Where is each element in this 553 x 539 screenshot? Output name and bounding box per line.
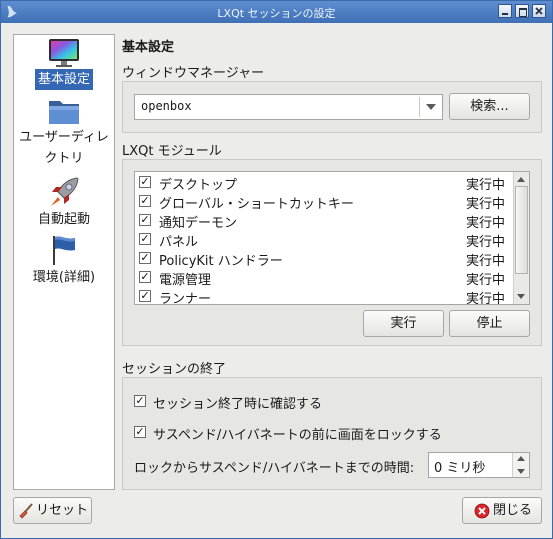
window-manager-select[interactable]: openbox xyxy=(134,94,443,120)
maximize-button[interactable] xyxy=(515,4,529,18)
modules-list[interactable]: ✓ デスクトップ 実行中 ✓ グローバル・ショートカットキー 実行中 ✓ 通知デ… xyxy=(134,171,530,305)
search-button[interactable]: 検索... xyxy=(449,93,530,120)
module-name: ランナー xyxy=(159,292,212,305)
minimize-button[interactable] xyxy=(498,4,512,18)
sidebar-item-environment[interactable]: 環境(詳細) xyxy=(14,233,114,288)
reset-button-label: リセット xyxy=(36,503,89,518)
title-bar[interactable]: LXQt セッションの設定 xyxy=(1,1,552,23)
module-name: パネル xyxy=(159,235,199,250)
module-status: 実行中 xyxy=(466,197,506,212)
list-item[interactable]: ✓ パネル 実行中 xyxy=(135,230,512,250)
minimize-icon xyxy=(502,13,508,15)
module-checkbox[interactable]: ✓ xyxy=(139,252,151,264)
increment-icon[interactable] xyxy=(517,456,525,461)
lock-delay-spinbox[interactable]: 0 ミリ秒 xyxy=(428,452,530,478)
checkbox[interactable]: ✓ xyxy=(134,395,146,407)
scroll-down-icon[interactable] xyxy=(517,294,525,299)
sidebar-item-label: ユーザーディレ xyxy=(19,130,109,145)
module-checkbox[interactable]: ✓ xyxy=(139,271,151,283)
list-item[interactable]: ✓ 通知デーモン 実行中 xyxy=(135,211,512,231)
module-status: 実行中 xyxy=(466,216,506,231)
monitor-icon xyxy=(49,39,79,67)
lock-delay-label: ロックからサスペンド/ハイバネートまでの時間: xyxy=(134,461,415,476)
close-icon xyxy=(535,7,543,15)
close-window-button[interactable] xyxy=(532,4,546,18)
settings-window: LXQt セッションの設定 基本設定 ユーザーディレ クトリ 自動起動 環境(詳… xyxy=(0,0,553,539)
start-module-button[interactable]: 実行 xyxy=(363,310,444,337)
module-name: グローバル・ショートカットキー xyxy=(159,197,354,212)
sidebar-item-label: クトリ xyxy=(44,151,84,166)
sidebar-item-label: 基本設定 xyxy=(34,69,93,90)
close-button[interactable]: 閉じる xyxy=(462,497,542,524)
sidebar-item-label: 自動起動 xyxy=(37,212,90,227)
sidebar-item-autostart[interactable]: 自動起動 xyxy=(14,175,114,230)
module-checkbox[interactable]: ✓ xyxy=(139,214,151,226)
list-item[interactable]: ✓ PolicyKit ハンドラー 実行中 xyxy=(135,249,512,269)
window-manager-label: ウィンドウマネージャー xyxy=(122,66,265,81)
checkbox-label: サスペンド/ハイバネートの前に画面をロックする xyxy=(153,428,442,443)
module-name: 通知デーモン xyxy=(159,216,238,231)
modules-scrollbar[interactable] xyxy=(513,172,529,304)
scroll-up-icon[interactable] xyxy=(517,177,525,182)
list-item[interactable]: ✓ デスクトップ 実行中 xyxy=(135,173,512,193)
category-sidebar: 基本設定 ユーザーディレ クトリ 自動起動 環境(詳細) xyxy=(13,34,115,490)
module-status: 実行中 xyxy=(466,292,506,305)
module-status: 実行中 xyxy=(466,178,506,193)
close-circle-icon xyxy=(474,503,490,519)
sidebar-item-user-dirs[interactable]: ユーザーディレ クトリ xyxy=(14,97,114,169)
list-item[interactable]: ✓ ランナー 実行中 xyxy=(135,287,512,305)
stop-module-button[interactable]: 停止 xyxy=(449,310,530,337)
folder-icon xyxy=(49,101,79,124)
broom-icon xyxy=(19,503,33,519)
list-item[interactable]: ✓ グローバル・ショートカットキー 実行中 xyxy=(135,192,512,212)
lock-delay-value: 0 ミリ秒 xyxy=(434,461,486,476)
sidebar-item-label: 環境(詳細) xyxy=(32,270,96,285)
module-status: 実行中 xyxy=(466,254,506,269)
module-name: デスクトップ xyxy=(159,178,238,193)
sidebar-item-basic[interactable]: 基本設定 xyxy=(14,37,114,90)
checkbox-label: セッション終了時に確認する xyxy=(153,397,323,412)
scrollbar-thumb[interactable] xyxy=(515,186,528,274)
window-manager-value: openbox xyxy=(141,99,192,113)
decrement-icon[interactable] xyxy=(517,469,525,474)
session-end-label: セッションの終了 xyxy=(122,362,227,377)
close-button-label: 閉じる xyxy=(493,503,533,518)
maximize-icon xyxy=(519,8,527,17)
module-checkbox[interactable]: ✓ xyxy=(139,176,151,188)
reset-button[interactable]: リセット xyxy=(13,497,92,524)
module-checkbox[interactable]: ✓ xyxy=(139,233,151,245)
module-name: 電源管理 xyxy=(159,273,212,288)
modules-label: LXQt モジュール xyxy=(122,144,222,159)
list-item[interactable]: ✓ 電源管理 実行中 xyxy=(135,268,512,288)
module-checkbox[interactable]: ✓ xyxy=(139,290,151,302)
checkbox[interactable]: ✓ xyxy=(134,426,146,438)
chevron-down-icon xyxy=(426,104,436,110)
module-name: PolicyKit ハンドラー xyxy=(159,254,283,269)
flag-icon xyxy=(53,236,75,265)
module-status: 実行中 xyxy=(466,235,506,250)
module-checkbox[interactable]: ✓ xyxy=(139,195,151,207)
module-status: 実行中 xyxy=(466,273,506,288)
window-title: LXQt セッションの設定 xyxy=(217,7,336,20)
rocket-icon xyxy=(51,177,79,206)
page-title: 基本設定 xyxy=(122,40,175,55)
